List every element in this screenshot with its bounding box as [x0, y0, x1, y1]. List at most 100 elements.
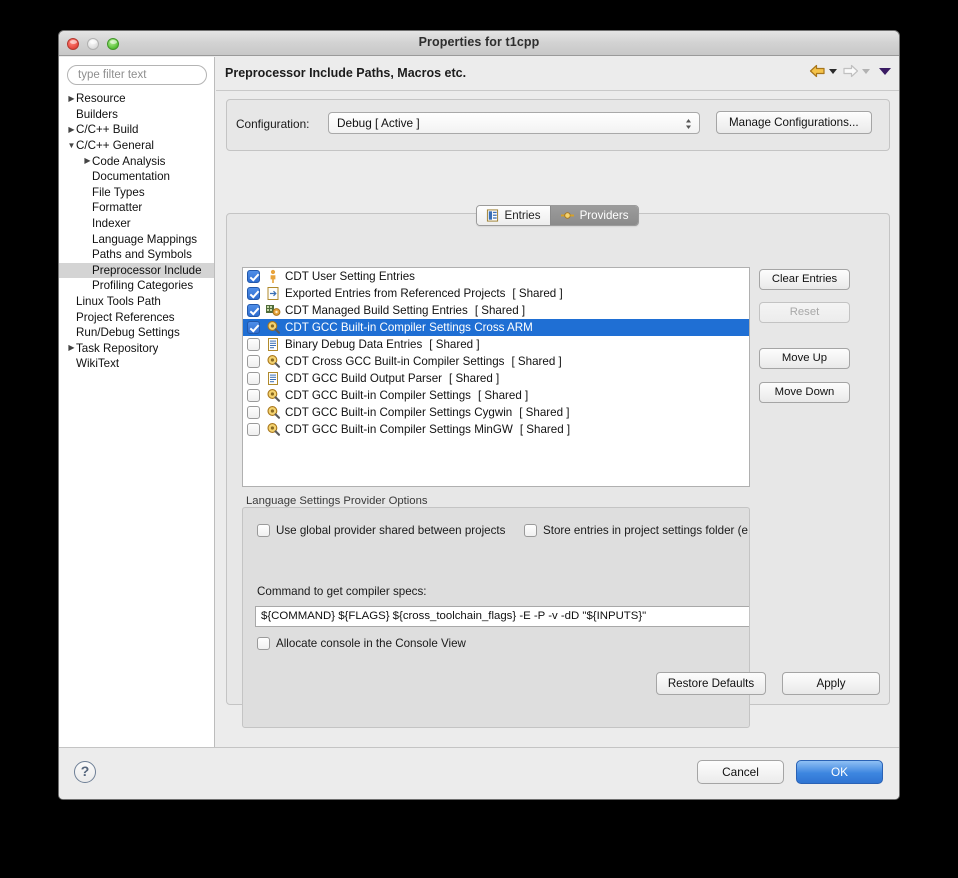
provider-row[interactable]: Exported Entries from Referenced Project… — [243, 285, 749, 302]
tab-entries[interactable]: Entries — [477, 206, 550, 225]
sidebar-item-project-references[interactable]: Project References — [59, 309, 214, 325]
sidebar-item-formatter[interactable]: Formatter — [59, 200, 214, 216]
provider-label: Binary Debug Data Entries — [285, 338, 423, 351]
sidebar-item-documentation[interactable]: Documentation — [59, 169, 214, 185]
sidebar-item-label: Preprocessor Include — [92, 263, 202, 277]
sidebar-item-linux-tools-path[interactable]: Linux Tools Path — [59, 294, 214, 310]
provider-label: CDT GCC Build Output Parser — [285, 372, 442, 385]
allocate-console-checkbox[interactable]: Allocate console in the Console View — [257, 637, 466, 650]
provider-checkbox[interactable] — [247, 321, 260, 334]
window-title: Properties for t1cpp — [418, 35, 540, 49]
sidebar-item-language-mappings[interactable]: Language Mappings — [59, 231, 214, 247]
tab-label: Entries — [504, 209, 541, 222]
ok-button[interactable]: OK — [796, 760, 883, 784]
provider-shared-badge: [ Shared ] — [519, 423, 571, 436]
sidebar-item-label: Task Repository — [76, 341, 159, 355]
provider-label: CDT GCC Built-in Compiler Settings — [285, 389, 471, 402]
magnifier-gear-icon — [265, 320, 281, 335]
use-global-provider-checkbox[interactable]: Use global provider shared between proje… — [257, 524, 505, 537]
provider-checkbox[interactable] — [247, 372, 260, 385]
twisty-collapsed-icon[interactable]: ▶ — [67, 344, 76, 352]
sidebar-item-builders[interactable]: Builders — [59, 107, 214, 123]
command-input[interactable]: ${COMMAND} ${FLAGS} ${cross_toolchain_fl… — [255, 606, 749, 627]
provider-row[interactable]: CDT Cross GCC Built-in Compiler Settings… — [243, 353, 749, 370]
providers-group: CDT User Setting Entries Exported Entries… — [226, 213, 890, 728]
filter-input[interactable] — [67, 65, 207, 85]
providers-list[interactable]: CDT User Setting Entries Exported Entries… — [242, 267, 750, 487]
sidebar-item-code-analysis[interactable]: ▶ Code Analysis — [59, 153, 214, 169]
sidebar-item-label: Linux Tools Path — [76, 295, 161, 309]
tab-providers[interactable]: Providers — [549, 206, 638, 225]
page-nav-toolbar — [809, 64, 891, 78]
provider-row[interactable]: Binary Debug Data Entries [ Shared ] — [243, 336, 749, 353]
managed-build-icon — [265, 303, 281, 318]
clear-entries-button[interactable]: Clear Entries — [759, 269, 850, 290]
provider-row[interactable]: CDT Managed Build Setting Entries [ Share… — [243, 302, 749, 319]
sidebar-item-resource[interactable]: ▶ Resource — [59, 91, 214, 107]
sidebar-item-indexer[interactable]: Indexer — [59, 216, 214, 232]
sidebar-item-run-debug-settings[interactable]: Run/Debug Settings — [59, 325, 214, 341]
sidebar-item-label: Code Analysis — [92, 154, 166, 168]
tab-label: Providers — [579, 209, 629, 222]
sidebar-item-c-c-general[interactable]: ▼ C/C++ General — [59, 138, 214, 154]
move-up-button[interactable]: Move Up — [759, 348, 850, 369]
back-menu-chevron-icon[interactable] — [829, 68, 837, 74]
provider-shared-badge: [ Shared ] — [474, 304, 526, 317]
back-arrow-icon[interactable] — [809, 64, 826, 78]
provider-checkbox[interactable] — [247, 287, 260, 300]
provider-checkbox[interactable] — [247, 423, 260, 436]
twisty-expanded-icon[interactable]: ▼ — [67, 141, 76, 150]
provider-shared-badge: [ Shared ] — [449, 372, 500, 385]
use-global-provider-label: Use global provider shared between proje… — [276, 524, 506, 537]
provider-checkbox[interactable] — [247, 270, 260, 283]
twisty-collapsed-icon[interactable]: ▶ — [83, 157, 92, 165]
provider-checkbox[interactable] — [247, 338, 260, 351]
provider-checkbox[interactable] — [247, 389, 260, 402]
view-menu-chevron-icon[interactable] — [879, 67, 891, 75]
restore-defaults-button[interactable]: Restore Defaults — [656, 672, 766, 695]
options-legend: Language Settings Provider Options — [242, 495, 432, 507]
settings-sidebar: ▶ResourceBuilders▶C/C++ Build▼C/C++ Gene… — [59, 57, 215, 747]
help-icon[interactable]: ? — [74, 761, 96, 783]
provider-row[interactable]: CDT GCC Build Output Parser [ Shared ] — [243, 370, 749, 387]
apply-button[interactable]: Apply — [782, 672, 880, 695]
provider-row[interactable]: CDT GCC Built-in Compiler Settings Cross… — [243, 319, 749, 336]
sidebar-item-wikitext[interactable]: WikiText — [59, 356, 214, 372]
provider-row[interactable]: CDT GCC Built-in Compiler Settings [ Shar… — [243, 387, 749, 404]
sidebar-item-paths-and-symbols[interactable]: Paths and Symbols — [59, 247, 214, 263]
sidebar-item-label: Language Mappings — [92, 232, 198, 246]
provider-checkbox[interactable] — [247, 355, 260, 368]
sidebar-item-label: Builders — [76, 107, 118, 121]
tab-bar: Entries Providers — [216, 205, 899, 226]
store-entries-checkbox[interactable]: Store entries in project settings folder… — [524, 524, 748, 537]
sidebar-item-profiling-categories[interactable]: Profiling Categories — [59, 278, 214, 294]
provider-row[interactable]: CDT GCC Built-in Compiler Settings MinGW… — [243, 421, 749, 438]
export-document-icon — [265, 286, 281, 301]
provider-shared-badge: [ Shared ] — [511, 355, 562, 368]
magnifier-gear-icon — [265, 388, 281, 403]
provider-row[interactable]: CDT GCC Built-in Compiler Settings Cygwi… — [243, 404, 749, 421]
provider-label: CDT GCC Built-in Compiler Settings Cygwi… — [285, 406, 513, 419]
manage-configurations-button[interactable]: Manage Configurations... — [716, 111, 872, 134]
sidebar-item-task-repository[interactable]: ▶ Task Repository — [59, 341, 214, 357]
configuration-dropdown[interactable]: Debug [ Active ] — [328, 112, 700, 134]
settings-tree: ▶ Resource Builders ▶ C/C++ Build ▼ C/C++ Gene… — [59, 91, 214, 747]
sidebar-item-c-c-build[interactable]: ▶ C/C++ Build — [59, 122, 214, 138]
twisty-collapsed-icon[interactable]: ▶ — [67, 94, 76, 103]
sidebar-item-label: Formatter — [92, 201, 143, 215]
twisty-collapsed-icon[interactable]: ▶ — [67, 125, 76, 134]
move-down-button[interactable]: Move Down — [759, 382, 850, 403]
sidebar-item-label: File Types — [92, 185, 145, 199]
sidebar-item-label: Run/Debug Settings — [76, 326, 180, 340]
sidebar-item-preprocessor-include[interactable]: Preprocessor Include — [59, 262, 214, 279]
provider-label: CDT Cross GCC Built-in Compiler Settings — [285, 355, 505, 368]
providers-icon — [560, 209, 575, 222]
sidebar-item-file-types[interactable]: File Types — [59, 185, 214, 201]
configuration-label: Configuration: — [236, 117, 310, 131]
cancel-button[interactable]: Cancel — [697, 760, 784, 784]
provider-checkbox[interactable] — [247, 406, 260, 419]
provider-checkbox[interactable] — [247, 304, 260, 317]
magnifier-gear-icon — [265, 405, 281, 420]
page-header: Preprocessor Include Paths, Macros etc. — [216, 57, 899, 91]
provider-row[interactable]: CDT User Setting Entries — [243, 268, 749, 285]
